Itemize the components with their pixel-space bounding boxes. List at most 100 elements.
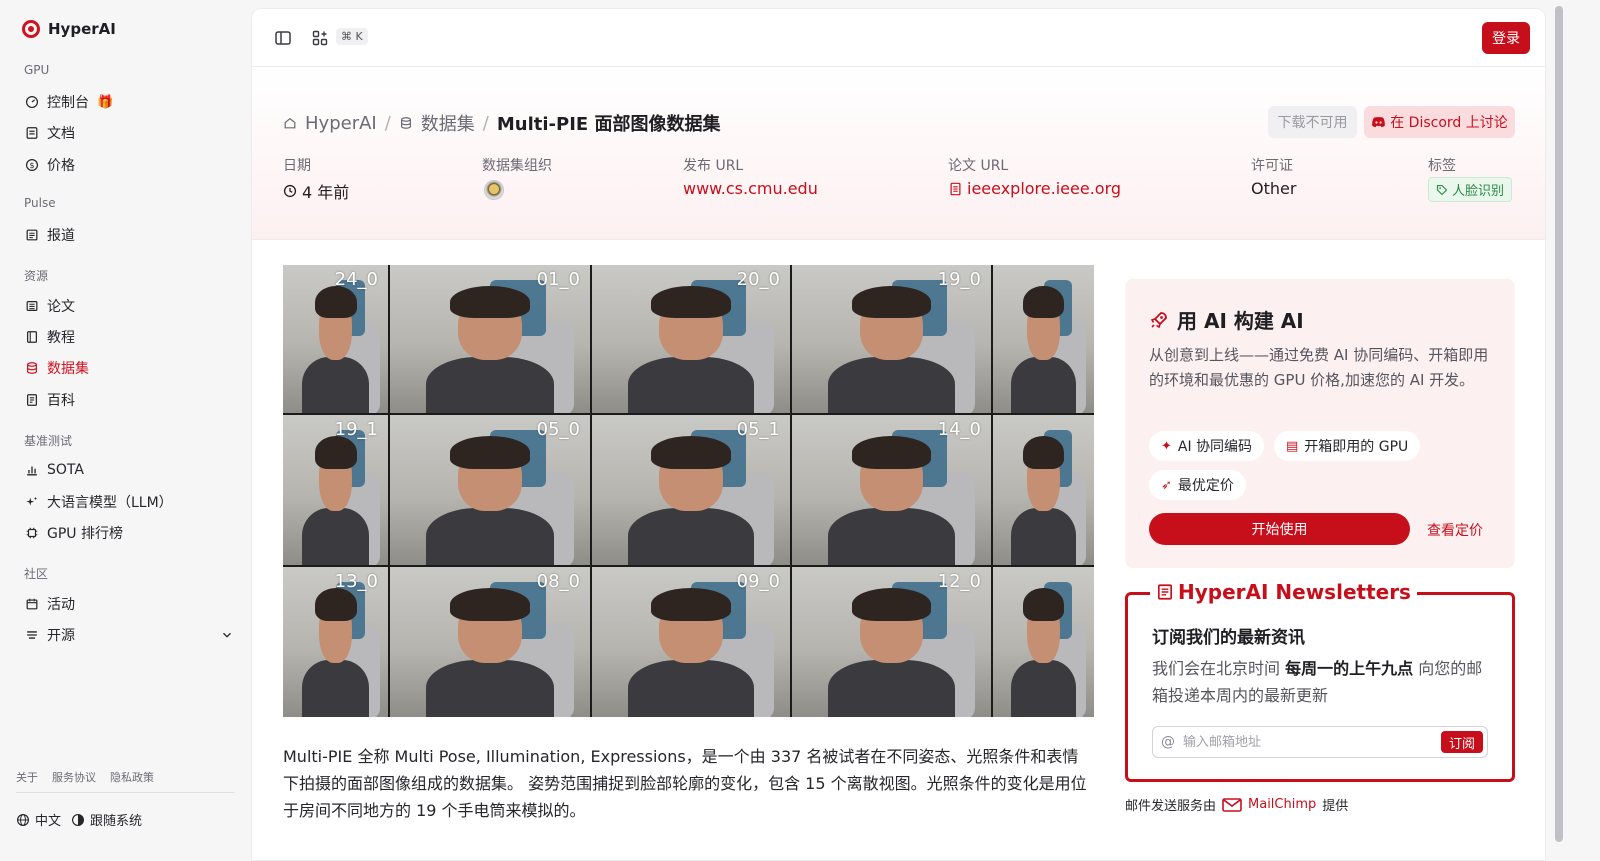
sidebar-item-sota[interactable]: SOTA [24,458,234,482]
section-pulse: Pulse [24,196,56,210]
subject-body-shape [827,508,956,565]
discord-button[interactable]: 在 Discord 上讨论 [1364,106,1515,138]
sidebar-toggle-icon[interactable] [274,29,292,47]
search-shortcut[interactable]: ⌘ K [336,28,368,45]
preview-cell: 08_0 [390,567,590,717]
scrollbar-thumb[interactable] [1555,6,1563,842]
org-avatar[interactable] [484,180,504,200]
brand[interactable]: HyperAI [22,20,116,38]
license-label: 许可证 [1251,158,1293,174]
breadcrumb-home[interactable]: HyperAI [305,113,377,134]
subject-body-shape [827,356,956,413]
newsletter-text: 我们会在北京时间 每周一的上午九点 向您的邮箱投递本周内的最新更新 [1152,655,1497,709]
subject-hair-shape [851,436,932,469]
tag-face-recognition[interactable]: 人脸识别 [1428,177,1513,202]
paper-url-link[interactable]: ieeexplore.ieee.org [949,179,1121,198]
footer-divider [16,792,235,793]
email-input[interactable] [1183,734,1423,750]
subject-body-shape [426,508,554,565]
chip-ai-coding[interactable]: ✦ AI 协同编码 [1149,431,1265,461]
apps-grid-icon[interactable] [311,29,329,47]
login-button[interactable]: 登录 [1482,22,1530,54]
sidebar-item-label: 论文 [47,299,75,315]
view-pricing-link[interactable]: 查看定价 [1427,520,1483,540]
subject-body-shape [426,356,554,413]
chip-ready-gpu[interactable]: ▤ 开箱即用的 GPU [1274,431,1421,461]
sidebar-item-docs[interactable]: 文档 [24,121,234,145]
footer-links: 关于 服务协议 隐私政策 [16,769,154,785]
language-switch[interactable]: 中文 [16,810,61,829]
chevron-down-icon[interactable] [219,628,234,643]
language-label: 中文 [35,814,62,829]
news-icon [24,228,39,243]
sidebar-item-wiki[interactable]: 百科 [24,388,234,412]
start-button[interactable]: 开始使用 [1149,513,1410,545]
subject-hair-shape [314,436,357,469]
sidebar-item-tutorials[interactable]: 教程 [24,325,234,349]
sidebar-item-datasets[interactable]: 数据集 [24,356,234,380]
preview-cell: 19_1 [283,415,388,565]
view-label: 01_0 [536,269,580,290]
subject-hair-shape [450,588,530,621]
newsletter-text-part: 我们会在北京时间 [1152,659,1286,678]
preview-cell [993,265,1094,413]
sidebar-item-label: 数据集 [47,361,89,377]
wiki-icon [24,393,39,408]
section-benchmarks: 基准测试 [24,434,73,448]
paper-icon [950,182,961,195]
org-value[interactable] [484,180,504,200]
sidebar-item-news[interactable]: 报道 [24,223,234,247]
subject-body-shape [301,508,370,565]
chart-icon [24,463,39,478]
subject-hair-shape [314,588,357,621]
subscribe-button[interactable]: 订阅 [1441,731,1483,753]
sidebar-item-llm[interactable]: 大语言模型（LLM） [24,490,234,514]
section-gpu: GPU [24,63,50,77]
topbar: ⌘ K 登录 [252,9,1545,67]
page-scrollbar[interactable] [1551,0,1565,861]
dataset-header: HyperAI / 数据集 / Multi-PIE 面部图像数据集 下载不可用 … [252,68,1545,240]
section-resources: 资源 [24,269,49,283]
powered-text: 邮件发送服务由 [1125,799,1217,814]
footer-link-about[interactable]: 关于 [16,769,38,785]
view-label: 09_0 [736,571,780,592]
dollar-icon: $ [24,158,39,173]
sidebar-item-console[interactable]: 控制台 🎁 [24,90,234,114]
subject-hair-shape [851,588,932,621]
subject-body-shape [1011,508,1076,565]
database-icon [399,116,413,130]
subject-body-shape [301,660,370,717]
view-label: 19_0 [937,269,981,290]
gift-icon: 🎁 [97,94,114,110]
promo-description: 从创意到上线——通过免费 AI 协同编码、开箱即用的环境和最优惠的 GPU 价格… [1149,346,1489,389]
download-button[interactable]: 下载不可用 [1268,106,1357,138]
document-icon [24,126,39,141]
subject-hair-shape [851,285,932,319]
email-field: @ 订阅 [1152,726,1488,758]
release-url-link[interactable]: www.cs.cmu.edu [683,179,818,198]
footer-link-privacy[interactable]: 隐私政策 [110,769,154,785]
sidebar-item-events[interactable]: 活动 [24,592,234,616]
sidebar-item-gpu-leaderboard[interactable]: GPU 排行榜 [24,521,234,545]
subject-hair-shape [651,285,731,319]
chip-best-pricing[interactable]: ➶ 最优定价 [1149,470,1246,500]
list-icon [24,628,39,643]
mailchimp-link[interactable]: MailChimp [1248,797,1316,812]
sidebar-item-papers[interactable]: 论文 [24,294,234,318]
book-icon [24,330,39,345]
footer-link-terms[interactable]: 服务协议 [52,769,96,785]
sidebar-item-label: 控制台 [47,95,89,111]
subject-body-shape [1011,660,1076,717]
home-icon [283,116,297,130]
brand-name: HyperAI [48,20,116,38]
newsletter-box: HyperAI Newsletters 订阅我们的最新资讯 我们会在北京时间 每… [1125,580,1515,782]
preview-cell: 05_1 [592,415,790,565]
sidebar-item-open-source[interactable]: 开源 [24,623,234,647]
sidebar-item-pricing[interactable]: $ 价格 [24,153,234,177]
promo-card: 用 AI 构建 AI 从创意到上线——通过免费 AI 协同编码、开箱即用的环境和… [1125,279,1515,568]
subject-hair-shape [450,436,530,469]
view-label: 05_0 [536,419,580,440]
breadcrumb-datasets[interactable]: 数据集 [421,110,475,136]
theme-switch[interactable]: 跟随系统 [71,810,142,829]
theme-label: 跟随系统 [90,814,143,829]
